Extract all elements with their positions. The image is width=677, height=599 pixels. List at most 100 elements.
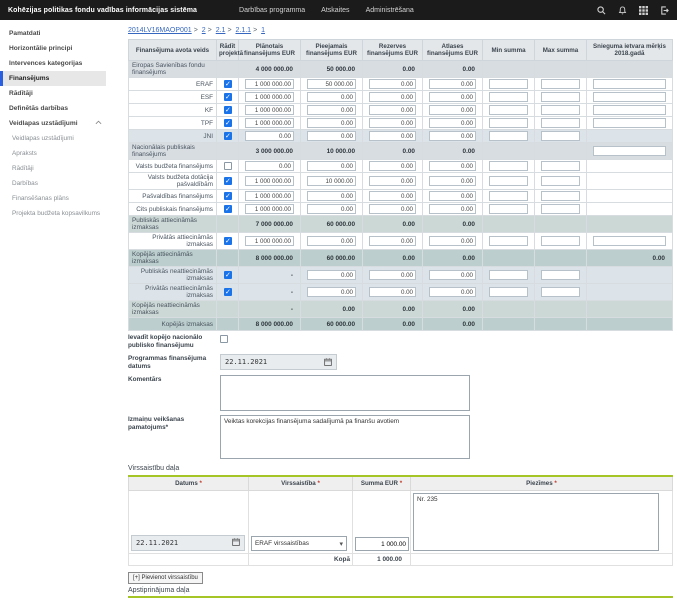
amount-input[interactable] <box>429 236 476 246</box>
sidebar-item-defin-t-s-darb-bas[interactable]: Definētās darbības <box>0 101 106 116</box>
breadcrumb-link-2-1[interactable]: 2.1 <box>216 27 226 34</box>
amount-input[interactable] <box>245 92 294 102</box>
amount-input[interactable] <box>307 161 356 171</box>
show-in-project-checkbox[interactable] <box>224 205 232 213</box>
nav-administresana[interactable]: Administrēšana <box>366 7 414 14</box>
sidebar-item-horizont-lie-principi[interactable]: Horizontālie principi <box>0 41 106 56</box>
amount-input[interactable] <box>429 191 476 201</box>
notifications-bell-icon[interactable] <box>618 6 627 15</box>
sidebar-item-pamatdati[interactable]: Pamatdati <box>0 26 106 41</box>
national-funding-checkbox[interactable] <box>220 335 228 343</box>
amount-input[interactable] <box>369 287 416 297</box>
amount-input[interactable] <box>307 118 356 128</box>
virssaistiba-date-input[interactable]: 22.11.2021 <box>131 535 245 551</box>
amount-input[interactable] <box>245 191 294 201</box>
program-date-input[interactable]: 22.11.2021 <box>220 354 337 370</box>
amount-input[interactable] <box>593 146 666 156</box>
sidebar-item-r-d-t-ji[interactable]: Rādītāji <box>0 86 106 101</box>
show-in-project-checkbox[interactable] <box>224 177 232 185</box>
sidebar-subitem-r-d-t-ji[interactable]: Rādītāji <box>0 161 106 176</box>
amount-input[interactable] <box>489 105 528 115</box>
amount-input[interactable] <box>369 92 416 102</box>
virssaistiba-notes-textarea[interactable]: Nr. 235 <box>413 493 659 551</box>
sidebar-subitem-projekta-bud-eta-kopsavilkums[interactable]: Projekta budžeta kopsavilkums <box>0 206 106 221</box>
amount-input[interactable] <box>369 131 416 141</box>
amount-input[interactable] <box>245 105 294 115</box>
amount-input[interactable] <box>489 79 528 89</box>
amount-input[interactable] <box>429 204 476 214</box>
calendar-icon[interactable] <box>324 353 332 371</box>
amount-input[interactable] <box>429 105 476 115</box>
amount-input[interactable] <box>489 176 528 186</box>
show-in-project-checkbox[interactable] <box>224 106 232 114</box>
amount-input[interactable] <box>593 105 666 115</box>
amount-input[interactable] <box>429 79 476 89</box>
add-virssaistiba-button[interactable]: [+] Pievienot virssaistību <box>128 572 203 584</box>
amount-input[interactable] <box>307 204 356 214</box>
amount-input[interactable] <box>307 131 356 141</box>
amount-input[interactable] <box>541 105 580 115</box>
breadcrumb-link-program[interactable]: 2014LV16MAOP001 <box>128 27 192 34</box>
nav-darbibas-programma[interactable]: Darbības programma <box>239 7 305 14</box>
amount-input[interactable] <box>245 79 294 89</box>
sidebar-subitem-finans-anas-pl-ns[interactable]: Finansēšanas plāns <box>0 191 106 206</box>
amount-input[interactable] <box>307 270 356 280</box>
breadcrumb-link-1[interactable]: 1 <box>261 27 265 34</box>
show-in-project-checkbox[interactable] <box>224 132 232 140</box>
amount-input[interactable] <box>489 270 528 280</box>
amount-input[interactable] <box>429 118 476 128</box>
amount-input[interactable] <box>489 191 528 201</box>
sidebar-item-intervences-kategorijas[interactable]: Intervences kategorijas <box>0 56 106 71</box>
amount-input[interactable] <box>369 236 416 246</box>
amount-input[interactable] <box>541 92 580 102</box>
show-in-project-checkbox[interactable] <box>224 271 232 279</box>
amount-input[interactable] <box>369 105 416 115</box>
sidebar-item-veidlapas-uzst-d-jumi[interactable]: Veidlapas uzstādījumi <box>0 116 106 131</box>
apps-grid-icon[interactable] <box>639 6 648 15</box>
comment-textarea[interactable] <box>220 375 470 411</box>
amount-input[interactable] <box>489 131 528 141</box>
amount-input[interactable] <box>369 204 416 214</box>
amount-input[interactable] <box>541 79 580 89</box>
amount-input[interactable] <box>593 79 666 89</box>
show-in-project-checkbox[interactable] <box>224 237 232 245</box>
amount-input[interactable] <box>541 118 580 128</box>
amount-input[interactable] <box>307 79 356 89</box>
amount-input[interactable] <box>541 131 580 141</box>
sidebar-item-finans-jums[interactable]: Finansējums <box>0 71 106 86</box>
amount-input[interactable] <box>489 118 528 128</box>
breadcrumb-link-2-1-1[interactable]: 2.1.1 <box>235 27 251 34</box>
sidebar-subitem-apraksts[interactable]: Apraksts <box>0 146 106 161</box>
amount-input[interactable] <box>429 270 476 280</box>
chevron-up-icon[interactable] <box>95 120 102 127</box>
amount-input[interactable] <box>245 176 294 186</box>
amount-input[interactable] <box>541 287 580 297</box>
show-in-project-checkbox[interactable] <box>224 162 232 170</box>
amount-input[interactable] <box>541 161 580 171</box>
amount-input[interactable] <box>541 270 580 280</box>
amount-input[interactable] <box>307 287 356 297</box>
amount-input[interactable] <box>307 92 356 102</box>
amount-input[interactable] <box>489 236 528 246</box>
amount-input[interactable] <box>429 161 476 171</box>
amount-input[interactable] <box>369 79 416 89</box>
amount-input[interactable] <box>593 236 666 246</box>
justification-textarea[interactable]: Veiktas korekcijas finansējuma sadalījum… <box>220 415 470 459</box>
amount-input[interactable] <box>307 176 356 186</box>
amount-input[interactable] <box>541 176 580 186</box>
amount-input[interactable] <box>489 161 528 171</box>
amount-input[interactable] <box>307 191 356 201</box>
amount-input[interactable] <box>593 118 666 128</box>
show-in-project-checkbox[interactable] <box>224 192 232 200</box>
amount-input[interactable] <box>489 92 528 102</box>
amount-input[interactable] <box>541 236 580 246</box>
show-in-project-checkbox[interactable] <box>224 93 232 101</box>
amount-input[interactable] <box>541 204 580 214</box>
amount-input[interactable] <box>429 92 476 102</box>
nav-atskaites[interactable]: Atskaites <box>321 7 349 14</box>
amount-input[interactable] <box>245 236 294 246</box>
amount-input[interactable] <box>541 191 580 201</box>
amount-input[interactable] <box>245 204 294 214</box>
logout-icon[interactable] <box>660 6 669 15</box>
amount-input[interactable] <box>369 191 416 201</box>
